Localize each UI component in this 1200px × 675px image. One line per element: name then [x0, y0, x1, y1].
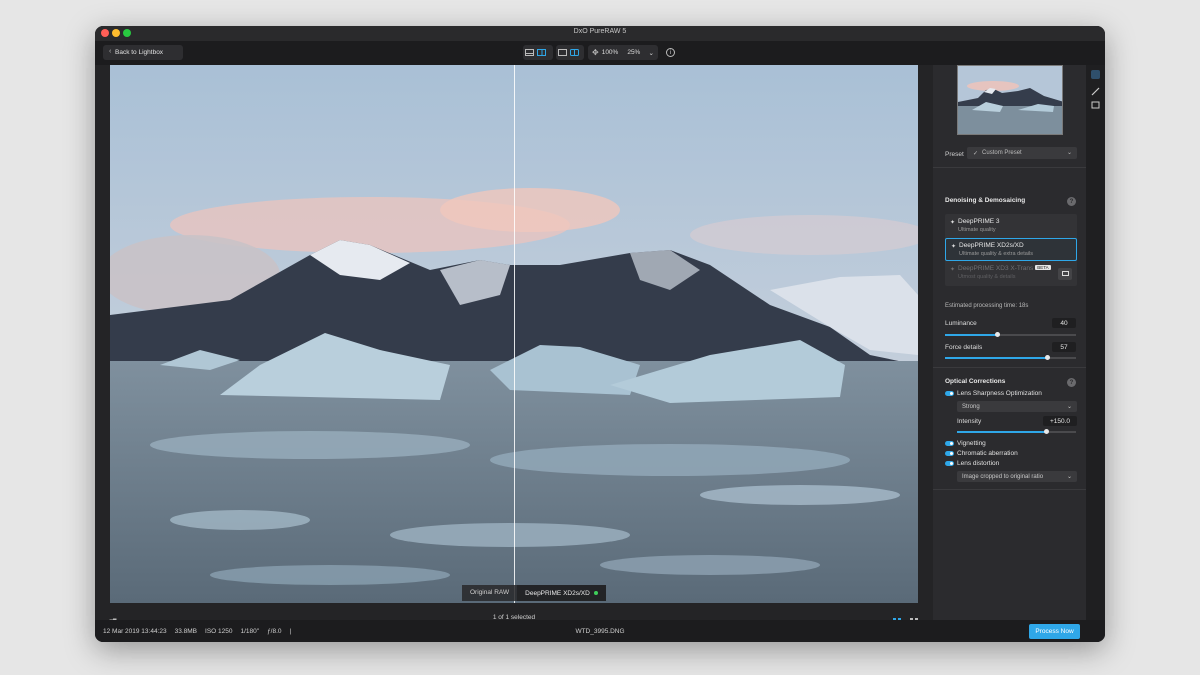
status-dot — [593, 591, 598, 595]
zoom-select[interactable]: 25% ⌄ — [627, 49, 658, 57]
luminance-label: Luminance — [945, 320, 977, 327]
zoom-100-button[interactable]: 100% — [602, 49, 619, 56]
zoom-select-value: 25% — [627, 48, 641, 56]
chat-icon — [1061, 271, 1069, 276]
beta-badge: BETA — [1035, 265, 1051, 270]
original-raw-label: Original RAW — [462, 585, 518, 601]
export-tool-icon[interactable] — [1091, 96, 1100, 109]
preset-label: Preset — [945, 151, 964, 158]
split-view-icon[interactable] — [535, 47, 547, 58]
tool-strip — [1086, 65, 1105, 631]
sparkle-icon: ✦ — [950, 220, 956, 226]
zoom-group: ✥ 100% 25% ⌄ — [588, 45, 658, 60]
develop-tool-icon[interactable] — [1091, 70, 1100, 79]
compare-icon[interactable] — [568, 47, 580, 58]
luminance-value[interactable]: 40 — [1052, 318, 1076, 328]
option-deepprime-xd3[interactable]: ✦ DeepPRIME XD3 X-Trans BETA Utmost quali… — [945, 262, 1077, 285]
app-window: DxO PureRAW 5 ‹ Back to Lightbox ✥ 100% — [95, 26, 1105, 642]
distortion-label: Lens distortion — [957, 460, 1000, 467]
denoising-title: Denoising & Demosaicing — [945, 197, 1026, 204]
force-details-value[interactable]: 57 — [1052, 342, 1076, 352]
back-button-label: Back to Lightbox — [115, 49, 164, 56]
window-title: DxO PureRAW 5 — [573, 28, 627, 35]
lens-sharpness-toggle[interactable] — [945, 391, 954, 396]
option-name: DeepPRIME 3 — [958, 218, 1000, 225]
force-details-slider[interactable] — [945, 355, 1076, 360]
distortion-toggle[interactable] — [945, 461, 954, 466]
brush-tool-icon[interactable] — [1091, 83, 1100, 96]
toolbar: ‹ Back to Lightbox ✥ 100% 25% ⌄ i — [95, 41, 1105, 65]
help-icon[interactable]: ? — [1067, 378, 1076, 387]
title-bar: DxO PureRAW 5 — [95, 26, 1105, 41]
chromatic-label: Chromatic aberration — [957, 450, 1018, 457]
force-details-label: Force details — [945, 344, 983, 351]
chevron-down-icon: ⌄ — [1066, 150, 1072, 156]
back-to-lightbox-button[interactable]: ‹ Back to Lightbox — [103, 45, 183, 60]
estimated-time-label: Estimated processing time: — [945, 303, 1018, 309]
option-deepprime-xd2s[interactable]: ✦ DeepPRIME XD2s/XD Ultimate quality & e… — [945, 238, 1077, 261]
processed-label-text: DeepPRIME XD2s/XD — [525, 589, 590, 597]
denoising-options: ✦ DeepPRIME 3 Ultimate quality ✦ DeepPRI… — [945, 214, 1077, 286]
distortion-select[interactable]: Image cropped to original ratio ⌄ — [957, 471, 1077, 482]
estimated-time: Estimated processing time: 18s — [945, 303, 1028, 309]
luminance-fill — [945, 334, 998, 336]
estimated-time-value: 18s — [1018, 303, 1029, 309]
panel-divider — [933, 489, 1086, 490]
checkmark-icon: ✓ — [973, 150, 979, 157]
info-icon[interactable]: i — [666, 48, 675, 57]
vignetting-label: Vignetting — [957, 440, 986, 447]
sparkle-icon: ✦ — [950, 267, 956, 273]
lens-sharpness-label: Lens Sharpness Optimization — [957, 390, 1042, 397]
chevron-down-icon: ⌄ — [648, 49, 654, 57]
panel-divider — [933, 367, 1086, 368]
split-divider[interactable] — [514, 65, 515, 603]
preset-value: Custom Preset — [982, 150, 1022, 156]
lens-sharpness-value: Strong — [962, 403, 980, 410]
sparkle-icon: ✦ — [951, 244, 957, 250]
single-view-icon[interactable] — [523, 47, 535, 58]
option-name-text: DeepPRIME XD3 X-Trans — [958, 265, 1034, 272]
process-now-button[interactable]: Process Now — [1029, 624, 1080, 639]
chevron-left-icon: ‹ — [109, 48, 112, 55]
processed-label: DeepPRIME XD2s/XD — [517, 585, 606, 601]
move-icon[interactable]: ✥ — [592, 48, 599, 57]
option-deepprime-3[interactable]: ✦ DeepPRIME 3 Ultimate quality — [945, 215, 1077, 238]
luminance-slider[interactable] — [945, 332, 1076, 337]
split-labels: Original RAW DeepPRIME XD2s/XD — [462, 585, 606, 601]
view-mode-group — [523, 45, 553, 60]
chevron-down-icon: ⌄ — [1066, 404, 1072, 410]
intensity-slider[interactable] — [957, 429, 1076, 434]
panel-divider — [933, 167, 1086, 168]
help-icon[interactable]: ? — [1067, 197, 1076, 206]
force-details-fill — [945, 357, 1048, 359]
status-bar: 12 Mar 2019 13:44:23 33.8MB ISO 1250 1/1… — [95, 620, 1105, 642]
intensity-label: Intensity — [957, 418, 982, 425]
force-details-knob[interactable] — [1045, 355, 1051, 360]
option-name: DeepPRIME XD2s/XD — [959, 242, 1024, 249]
option-desc: Ultimate quality — [958, 227, 996, 233]
optical-title: Optical Corrections — [945, 378, 1006, 385]
thumbnail-preview[interactable] — [957, 65, 1063, 135]
intensity-knob[interactable] — [1044, 429, 1050, 434]
settings-panel: Preset ✓ Custom Preset ⌄ Denoising & Dem… — [933, 65, 1086, 631]
distortion-value: Image cropped to original ratio — [962, 473, 1044, 480]
feedback-button[interactable] — [1058, 268, 1072, 280]
option-desc: Ultimate quality & extra details — [959, 251, 1033, 257]
image-viewer: Original RAW DeepPRIME XD2s/XD 1 of 1 se… — [95, 65, 933, 631]
compare-mode-group — [556, 45, 584, 60]
file-name: WTD_3995.DNG — [575, 628, 625, 635]
preset-select[interactable]: ✓ Custom Preset ⌄ — [967, 147, 1077, 159]
photo-preview[interactable]: Original RAW DeepPRIME XD2s/XD — [110, 65, 918, 603]
intensity-fill — [957, 431, 1047, 433]
lens-sharpness-select[interactable]: Strong ⌄ — [957, 401, 1077, 412]
luminance-knob[interactable] — [995, 332, 1001, 337]
chromatic-toggle[interactable] — [945, 451, 954, 456]
intensity-value[interactable]: +150.0 — [1043, 416, 1077, 426]
chevron-down-icon: ⌄ — [1066, 474, 1072, 480]
side-by-side-icon[interactable] — [556, 47, 568, 58]
vignetting-toggle[interactable] — [945, 441, 954, 446]
